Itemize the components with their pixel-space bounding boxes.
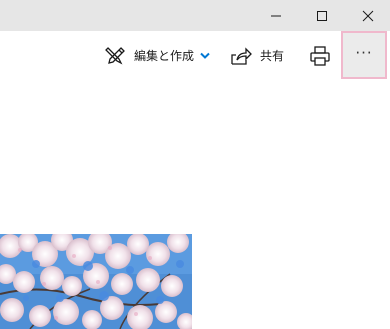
share-icon (231, 46, 252, 65)
print-button[interactable] (307, 31, 333, 80)
share-label: 共有 (260, 49, 285, 63)
minimize-icon (271, 15, 281, 16)
title-bar (0, 0, 390, 31)
more-options-button[interactable]: ··· (341, 31, 387, 79)
share-button[interactable]: 共有 (230, 31, 284, 80)
printer-icon (310, 45, 330, 66)
cherry-blossoms-image (0, 234, 192, 329)
close-icon (362, 10, 374, 21)
maximize-button[interactable] (299, 0, 345, 31)
close-button[interactable] (345, 0, 390, 31)
chevron-down-icon[interactable] (200, 52, 210, 60)
edit-create-label: 編集と作成 (134, 49, 195, 63)
pen-pencil-icon (105, 46, 125, 64)
minimize-button[interactable] (253, 0, 299, 31)
photo-toolbar: 編集と作成 共有 (0, 31, 390, 80)
edit-create-button[interactable]: 編集と作成 (105, 31, 210, 80)
maximize-icon (317, 10, 327, 21)
more-dots-icon: ··· (355, 43, 373, 62)
